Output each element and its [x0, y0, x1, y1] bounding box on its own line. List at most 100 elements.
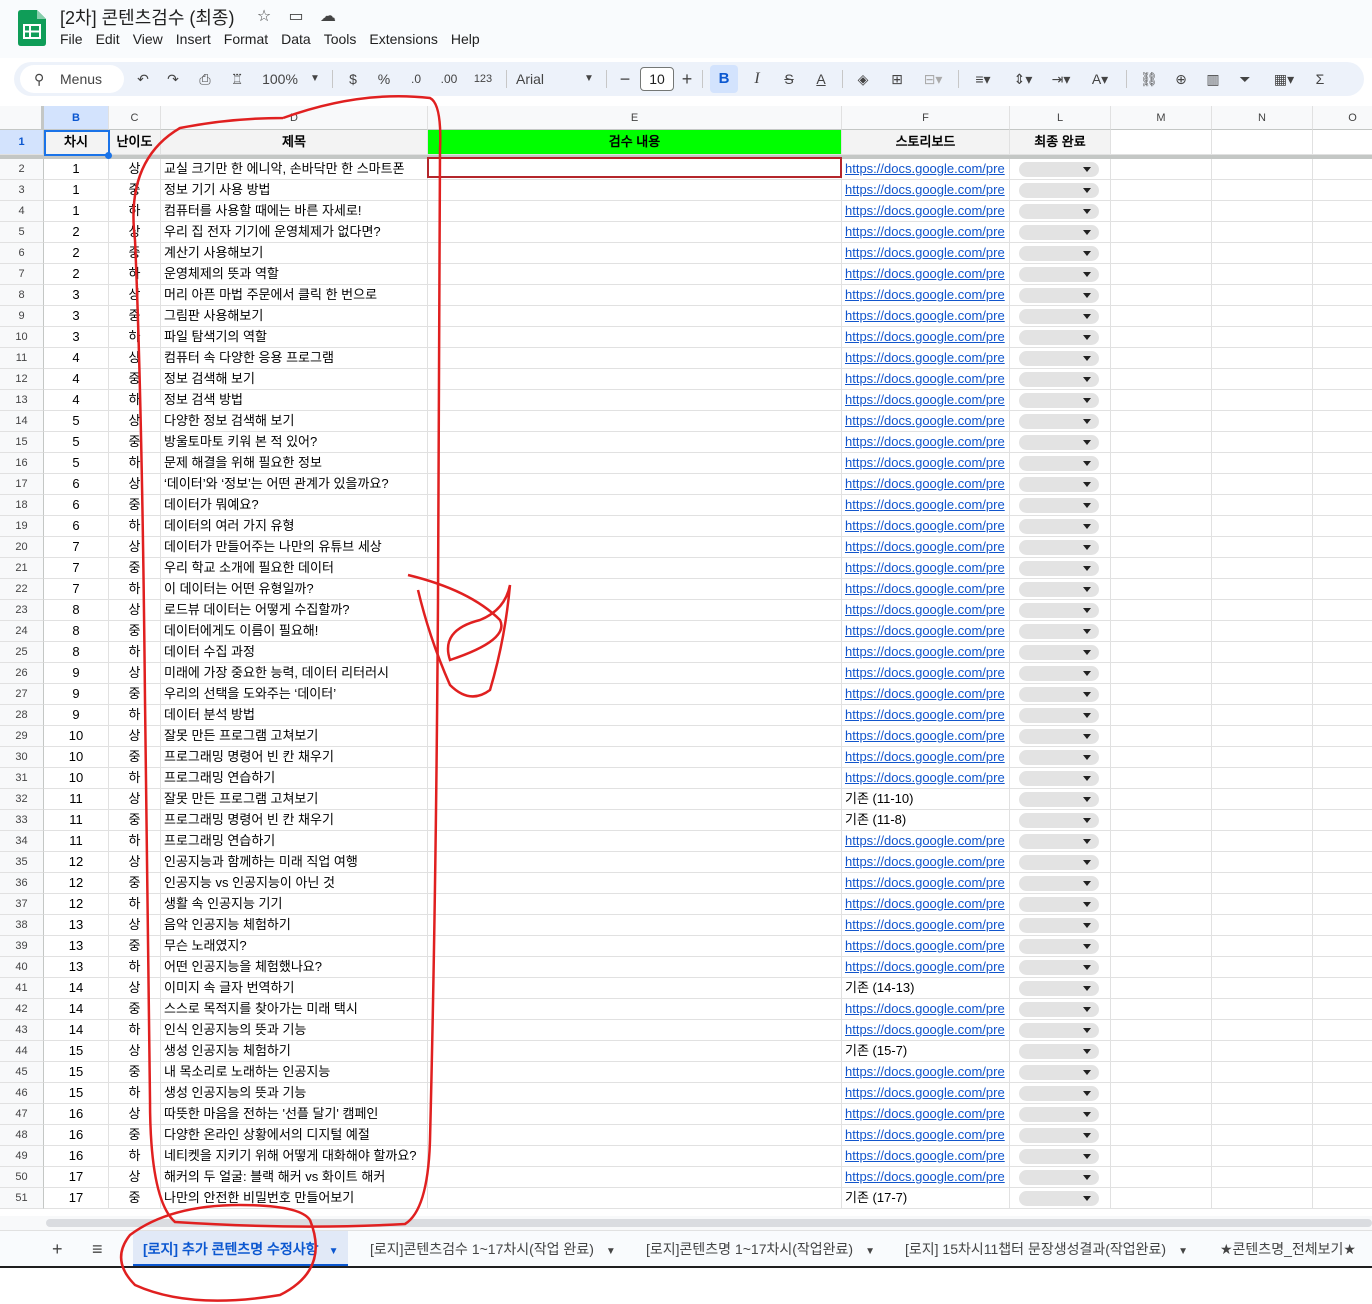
grid-cell[interactable] [1212, 369, 1313, 390]
cell-title[interactable]: 생성 인공지능의 뜻과 기능 [161, 1083, 428, 1104]
strikethrough-button[interactable]: S [778, 62, 800, 96]
rotate-icon[interactable]: A▾ [1084, 62, 1116, 96]
grid-cell[interactable] [1212, 579, 1313, 600]
cell-review[interactable] [428, 957, 842, 978]
cell-final[interactable] [1010, 705, 1111, 726]
grid-cell[interactable] [1111, 600, 1212, 621]
storyboard-link[interactable]: https://docs.google.com/pre [845, 749, 1005, 764]
menu-insert[interactable]: Insert [176, 31, 211, 47]
cell-chasi[interactable]: 6 [44, 474, 109, 495]
cell-final[interactable] [1010, 285, 1111, 306]
row-number[interactable]: 33 [0, 810, 44, 831]
final-status-dropdown[interactable] [1019, 645, 1099, 660]
grid-cell[interactable] [1111, 306, 1212, 327]
row-number[interactable]: 22 [0, 579, 44, 600]
cell-chasi[interactable]: 16 [44, 1104, 109, 1125]
cell-final[interactable] [1010, 789, 1111, 810]
grid-cell[interactable] [1313, 327, 1372, 348]
storyboard-link[interactable]: https://docs.google.com/pre [845, 1148, 1005, 1163]
storyboard-link[interactable]: https://docs.google.com/pre [845, 770, 1005, 785]
cell-level[interactable]: 상 [109, 726, 161, 747]
grid-cell[interactable] [1212, 1062, 1313, 1083]
cell-level[interactable]: 중 [109, 747, 161, 768]
grid-cell[interactable] [1111, 936, 1212, 957]
cell-level[interactable]: 하 [109, 1020, 161, 1041]
cell-final[interactable] [1010, 810, 1111, 831]
storyboard-link[interactable]: https://docs.google.com/pre [845, 728, 1005, 743]
cell-level[interactable]: 상 [109, 285, 161, 306]
grid-cell[interactable] [1111, 789, 1212, 810]
cell-title[interactable]: 데이터의 여러 가지 유형 [161, 516, 428, 537]
cell-final[interactable] [1010, 768, 1111, 789]
cell-storyboard[interactable]: https://docs.google.com/pre [842, 621, 1010, 642]
row-number[interactable]: 30 [0, 747, 44, 768]
column-header-n[interactable]: N [1212, 106, 1313, 130]
cell-review[interactable] [428, 1041, 842, 1062]
cell-level[interactable]: 중 [109, 180, 161, 201]
grid-cell[interactable] [1313, 1188, 1372, 1209]
grid-cell[interactable] [1212, 978, 1313, 999]
cell-review[interactable] [428, 768, 842, 789]
storyboard-link[interactable]: https://docs.google.com/pre [845, 413, 1005, 428]
grid-cell[interactable] [1212, 726, 1313, 747]
grid-cell[interactable] [1111, 768, 1212, 789]
cell-final[interactable] [1010, 936, 1111, 957]
cell-final[interactable] [1010, 684, 1111, 705]
row-number[interactable]: 24 [0, 621, 44, 642]
row-number[interactable]: 34 [0, 831, 44, 852]
cell-storyboard[interactable]: https://docs.google.com/pre [842, 894, 1010, 915]
storyboard-link[interactable]: https://docs.google.com/pre [845, 497, 1005, 512]
storyboard-link[interactable]: https://docs.google.com/pre [845, 854, 1005, 869]
cell-level[interactable]: 상 [109, 852, 161, 873]
grid-cell[interactable] [1111, 264, 1212, 285]
column-header-c[interactable]: C [109, 106, 161, 130]
storyboard-link[interactable]: https://docs.google.com/pre [845, 476, 1005, 491]
cell-storyboard[interactable]: https://docs.google.com/pre [842, 705, 1010, 726]
storyboard-link[interactable]: https://docs.google.com/pre [845, 707, 1005, 722]
menu-extensions[interactable]: Extensions [369, 31, 437, 47]
grid-cell[interactable] [1313, 453, 1372, 474]
cell-chasi[interactable]: 5 [44, 453, 109, 474]
cell-title[interactable]: 계산기 사용해보기 [161, 243, 428, 264]
grid-cell[interactable] [1111, 1188, 1212, 1209]
row-number[interactable]: 26 [0, 663, 44, 684]
cell-title[interactable]: 로드뷰 데이터는 어떻게 수집할까? [161, 600, 428, 621]
cell-review[interactable] [428, 789, 842, 810]
grid-cell[interactable] [1111, 705, 1212, 726]
column-header-d[interactable]: D [161, 106, 428, 130]
cell-review[interactable] [428, 852, 842, 873]
storyboard-link[interactable]: https://docs.google.com/pre [845, 1127, 1005, 1142]
bold-button[interactable]: B [710, 65, 738, 93]
cell-storyboard[interactable]: https://docs.google.com/pre [842, 537, 1010, 558]
grid-cell[interactable] [1111, 957, 1212, 978]
valign-icon[interactable]: ⇕▾ [1008, 62, 1038, 96]
cell-review[interactable] [428, 831, 842, 852]
storyboard-link[interactable]: https://docs.google.com/pre [845, 686, 1005, 701]
cell-review[interactable] [428, 222, 842, 243]
cell-storyboard[interactable]: https://docs.google.com/pre [842, 1062, 1010, 1083]
cell-storyboard[interactable]: 기존 (11-8) [842, 810, 1010, 831]
cell-storyboard[interactable]: https://docs.google.com/pre [842, 348, 1010, 369]
cell-final[interactable] [1010, 1146, 1111, 1167]
cell-storyboard[interactable]: https://docs.google.com/pre [842, 285, 1010, 306]
italic-button[interactable]: I [746, 62, 768, 96]
grid-cell[interactable] [1212, 1041, 1313, 1062]
final-status-dropdown[interactable] [1019, 162, 1099, 177]
row-number[interactable]: 27 [0, 684, 44, 705]
row-number[interactable]: 42 [0, 999, 44, 1020]
cell-final[interactable] [1010, 600, 1111, 621]
borders-icon[interactable]: ⊞ [886, 62, 908, 96]
cell-level[interactable]: 하 [109, 516, 161, 537]
grid-cell[interactable] [1111, 663, 1212, 684]
storyboard-link[interactable]: https://docs.google.com/pre [845, 1169, 1005, 1184]
grid-cell[interactable] [1313, 558, 1372, 579]
cell-level[interactable]: 상 [109, 1041, 161, 1062]
final-status-dropdown[interactable] [1019, 183, 1099, 198]
cell-level[interactable]: 중 [109, 684, 161, 705]
comment-icon[interactable]: ⊕ [1170, 62, 1192, 96]
cell-review[interactable] [428, 1146, 842, 1167]
cell-chasi[interactable]: 10 [44, 747, 109, 768]
grid-cell[interactable] [1313, 768, 1372, 789]
final-status-dropdown[interactable] [1019, 750, 1099, 765]
cell-storyboard[interactable]: 기존 (11-10) [842, 789, 1010, 810]
